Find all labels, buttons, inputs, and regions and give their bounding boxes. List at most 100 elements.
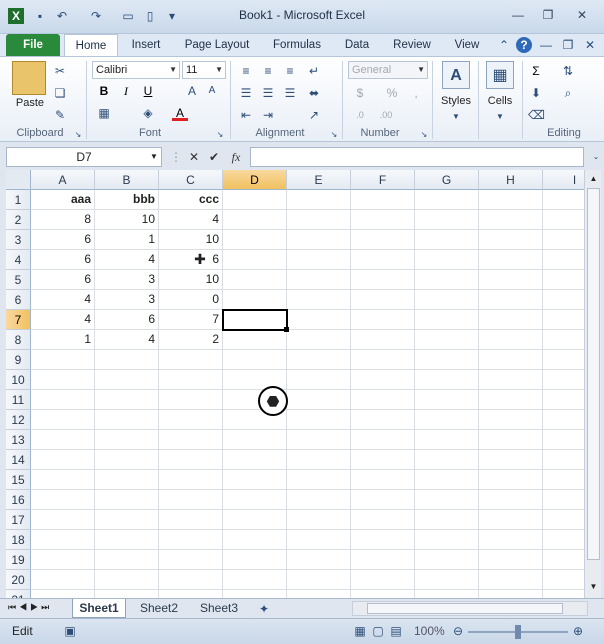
cell-f11[interactable] xyxy=(351,390,415,410)
formula-input[interactable] xyxy=(250,147,584,167)
cell-f14[interactable] xyxy=(351,450,415,470)
cell-h18[interactable] xyxy=(479,530,543,550)
paste-button[interactable]: Paste xyxy=(8,97,52,109)
underline-button[interactable]: U xyxy=(140,83,156,99)
cell-i15[interactable] xyxy=(543,470,584,490)
macro-record-icon[interactable]: ▣ xyxy=(62,623,78,639)
page-break-view-icon[interactable]: ▤ xyxy=(388,623,404,639)
cell-g7[interactable] xyxy=(415,310,479,330)
cell-e4[interactable] xyxy=(287,250,351,270)
autosum-icon[interactable]: Σ xyxy=(528,63,544,79)
cell-f7[interactable] xyxy=(351,310,415,330)
cell-c17[interactable] xyxy=(159,510,223,530)
name-box[interactable]: D7 xyxy=(6,147,162,167)
column-header-f[interactable]: F xyxy=(351,170,415,190)
wrap-text-icon[interactable]: ↵ xyxy=(306,63,322,79)
cell-c3[interactable]: 10 xyxy=(159,230,223,250)
tab-home[interactable]: Home xyxy=(64,34,118,56)
clear-icon[interactable]: ⌫ xyxy=(528,107,545,123)
cell-f20[interactable] xyxy=(351,570,415,590)
styles-icon[interactable]: A xyxy=(442,61,470,89)
cell-g6[interactable] xyxy=(415,290,479,310)
cell-g13[interactable] xyxy=(415,430,479,450)
cell-i7[interactable] xyxy=(543,310,584,330)
column-header-d[interactable]: D xyxy=(223,170,287,190)
clipboard-launcher-icon[interactable]: ↘ xyxy=(70,127,86,143)
cell-f1[interactable] xyxy=(351,190,415,210)
cell-f6[interactable] xyxy=(351,290,415,310)
cell-a6[interactable]: 4 xyxy=(31,290,95,310)
tab-view[interactable]: View xyxy=(448,34,486,56)
cell-b8[interactable]: 4 xyxy=(95,330,159,350)
cell-a10[interactable] xyxy=(31,370,95,390)
cell-i17[interactable] xyxy=(543,510,584,530)
cells-button[interactable]: Cells xyxy=(480,95,520,107)
cell-c12[interactable] xyxy=(159,410,223,430)
minimize-ribbon-icon[interactable]: ⌃ xyxy=(496,37,512,53)
cell-d14[interactable] xyxy=(223,450,287,470)
cut-icon[interactable]: ✂ xyxy=(52,63,68,79)
cell-c19[interactable] xyxy=(159,550,223,570)
cell-a14[interactable] xyxy=(31,450,95,470)
align-right-icon[interactable]: ☰ xyxy=(282,85,298,101)
cell-b13[interactable] xyxy=(95,430,159,450)
cell-d5[interactable] xyxy=(223,270,287,290)
cells-icon[interactable]: ▦ xyxy=(486,61,514,89)
decrease-indent-icon[interactable]: ⇤ xyxy=(238,107,254,123)
cell-b17[interactable] xyxy=(95,510,159,530)
cell-g17[interactable] xyxy=(415,510,479,530)
cell-d9[interactable] xyxy=(223,350,287,370)
cell-g15[interactable] xyxy=(415,470,479,490)
cell-i2[interactable] xyxy=(543,210,584,230)
cell-h16[interactable] xyxy=(479,490,543,510)
row-header-10[interactable]: 10 xyxy=(6,370,31,390)
column-header-h[interactable]: H xyxy=(479,170,543,190)
cell-d13[interactable] xyxy=(223,430,287,450)
cell-f16[interactable] xyxy=(351,490,415,510)
align-middle-icon[interactable]: ≡ xyxy=(260,63,276,79)
row-header-1[interactable]: 1 xyxy=(6,190,31,210)
cell-e15[interactable] xyxy=(287,470,351,490)
cell-g4[interactable] xyxy=(415,250,479,270)
cell-i12[interactable] xyxy=(543,410,584,430)
cell-i11[interactable] xyxy=(543,390,584,410)
cell-a16[interactable] xyxy=(31,490,95,510)
cell-i9[interactable] xyxy=(543,350,584,370)
format-painter-icon[interactable]: ✎ xyxy=(52,107,68,123)
cell-a12[interactable] xyxy=(31,410,95,430)
cell-c15[interactable] xyxy=(159,470,223,490)
merge-center-icon[interactable]: ⬌ xyxy=(306,85,322,101)
percent-button[interactable]: % xyxy=(384,85,400,101)
cell-h15[interactable] xyxy=(479,470,543,490)
tab-formulas[interactable]: Formulas xyxy=(266,34,328,56)
align-top-icon[interactable]: ≡ xyxy=(238,63,254,79)
font-name-combo[interactable]: Calibri ▼ xyxy=(92,61,180,79)
cell-c11[interactable] xyxy=(159,390,223,410)
zoom-level[interactable]: 100% xyxy=(414,624,445,638)
row-header-11[interactable]: 11 xyxy=(6,390,31,410)
cell-b11[interactable] xyxy=(95,390,159,410)
column-header-b[interactable]: B xyxy=(95,170,159,190)
cell-e20[interactable] xyxy=(287,570,351,590)
cell-b9[interactable] xyxy=(95,350,159,370)
cell-f21[interactable] xyxy=(351,590,415,598)
cell-f5[interactable] xyxy=(351,270,415,290)
cell-b2[interactable]: 10 xyxy=(95,210,159,230)
cell-h13[interactable] xyxy=(479,430,543,450)
cell-g16[interactable] xyxy=(415,490,479,510)
cell-f13[interactable] xyxy=(351,430,415,450)
cell-e21[interactable] xyxy=(287,590,351,598)
cell-d17[interactable] xyxy=(223,510,287,530)
cell-f15[interactable] xyxy=(351,470,415,490)
cell-a19[interactable] xyxy=(31,550,95,570)
cell-f12[interactable] xyxy=(351,410,415,430)
row-header-7[interactable]: 7 xyxy=(6,310,31,330)
tab-review[interactable]: Review xyxy=(386,34,438,56)
cell-a3[interactable]: 6 xyxy=(31,230,95,250)
row-header-5[interactable]: 5 xyxy=(6,270,31,290)
sheet-tab-sheet2[interactable]: Sheet2 xyxy=(132,599,186,618)
zoom-slider-thumb[interactable] xyxy=(515,625,521,639)
cell-b5[interactable]: 3 xyxy=(95,270,159,290)
row-header-4[interactable]: 4 xyxy=(6,250,31,270)
cell-h9[interactable] xyxy=(479,350,543,370)
